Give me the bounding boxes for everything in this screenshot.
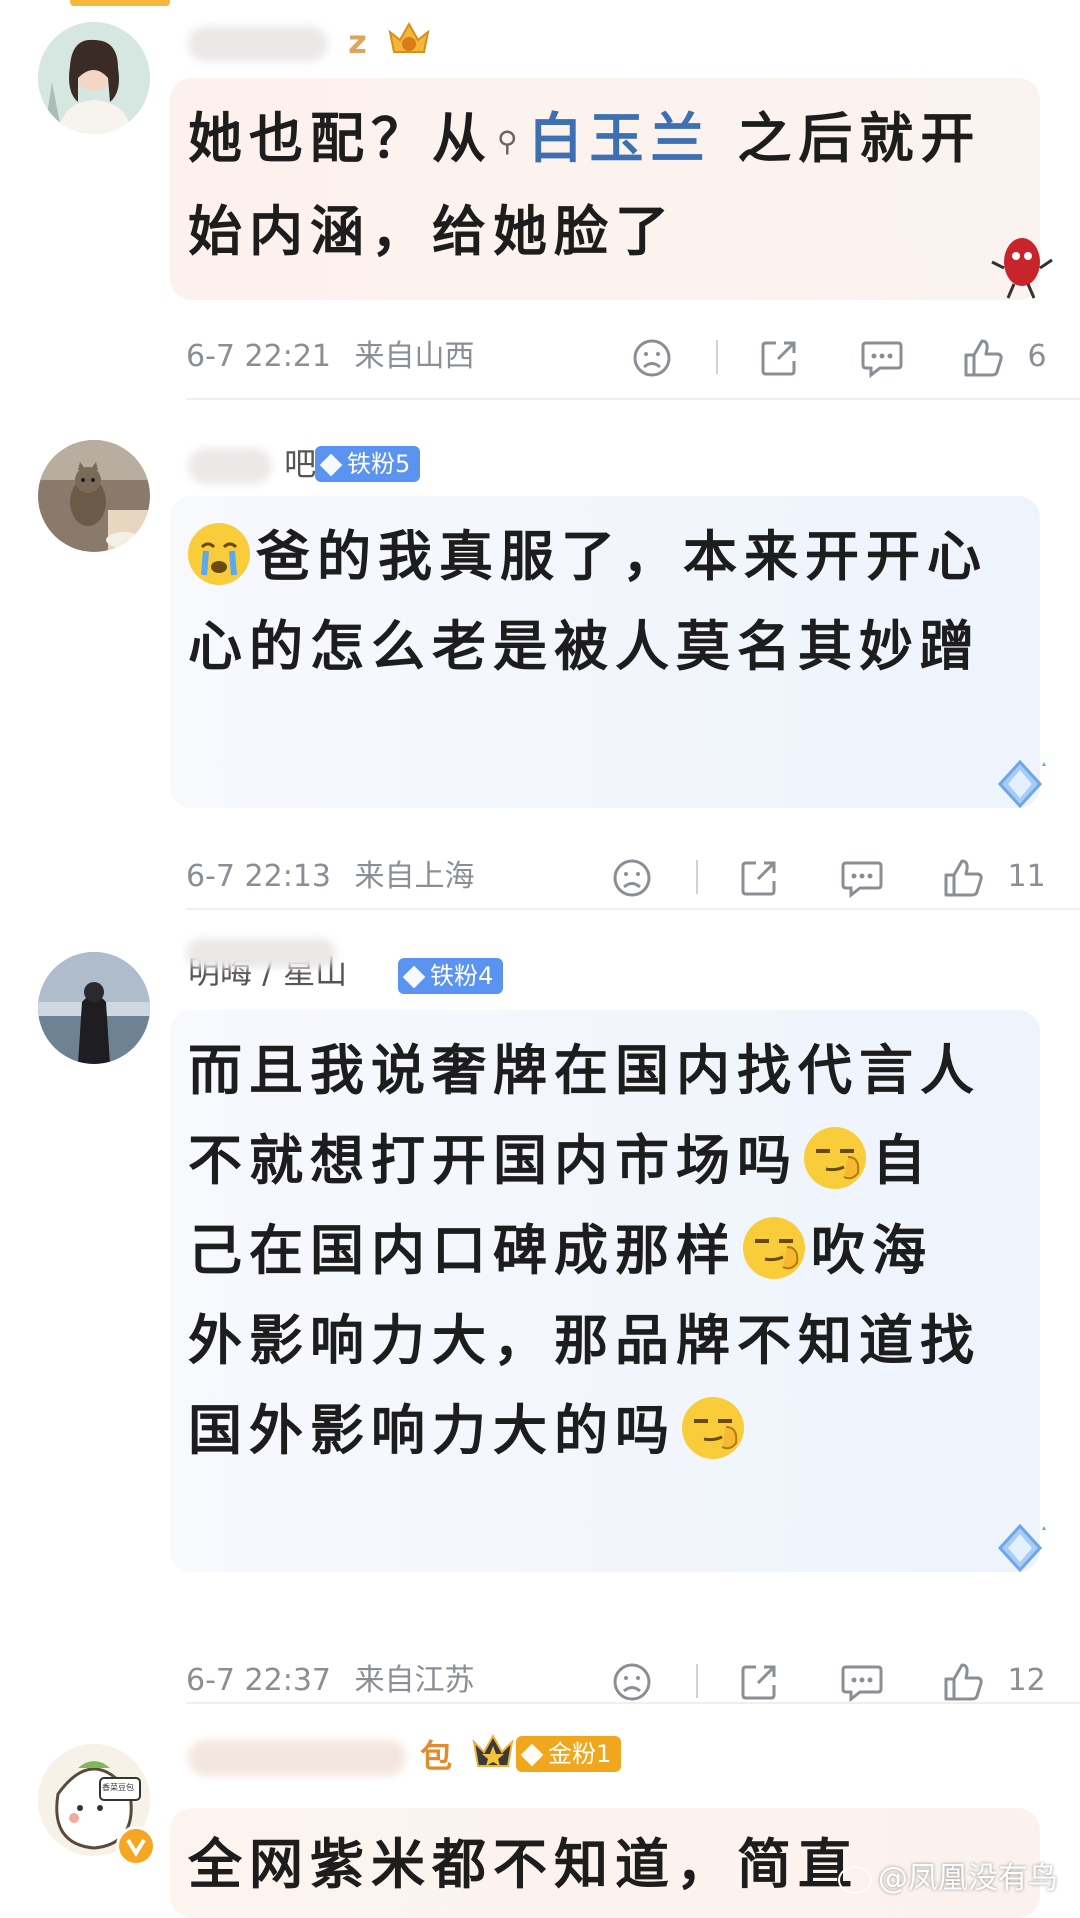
avatar[interactable]	[38, 22, 150, 134]
diamond-icon	[520, 1743, 544, 1767]
comment-text: 她也配？从 ⚲白玉兰 之后就开始内涵，给她脸了	[188, 107, 982, 263]
timestamp: 6-7 22:21	[186, 339, 331, 374]
top-edge-tag	[70, 0, 170, 6]
action-divider	[716, 340, 718, 374]
comment-text: 而且我说奢牌在国内找代言人不就想打开国内市场吗 自己在国内口碑成那样 吹海外影响…	[188, 1039, 981, 1462]
fan-badge: 铁粉4	[398, 958, 504, 994]
location: 来自江苏	[354, 1663, 475, 1698]
like-button[interactable]: 12	[942, 1656, 1046, 1706]
bean-mascot-icon	[988, 222, 1058, 302]
comment-icon	[861, 341, 903, 378]
reply-button[interactable]	[860, 332, 904, 382]
action-divider	[696, 1664, 698, 1698]
avatar[interactable]	[38, 952, 150, 1064]
like-button[interactable]: 11	[942, 852, 1046, 902]
crying-emoji-icon	[188, 523, 250, 585]
diamond-decoration-icon	[990, 756, 1050, 812]
username[interactable]: z	[188, 20, 367, 64]
like-count: 11	[1007, 859, 1046, 894]
username[interactable]: 吧	[188, 442, 316, 486]
fan-badge: 铁粉5	[315, 446, 421, 482]
dislike-icon	[633, 339, 671, 376]
comment-icon	[841, 861, 883, 898]
like-icon	[944, 1663, 983, 1700]
like-button[interactable]: 6	[962, 332, 1047, 382]
share-icon	[761, 341, 796, 375]
comment-icon	[841, 1665, 883, 1702]
comment-1: z 她也配？从 ⚲白玉兰 之后就开始内涵，给她脸了 6-7 22:21 来自山西 …	[0, 0, 1080, 400]
share-icon	[741, 1665, 776, 1699]
dislike-icon	[613, 1663, 651, 1700]
like-icon	[964, 339, 1003, 376]
avatar-sign-text: 香菜豆包	[102, 1783, 134, 1792]
reply-button[interactable]	[840, 852, 884, 902]
smirk-emoji-icon	[804, 1127, 866, 1189]
topic-link[interactable]: 白玉兰	[529, 107, 712, 170]
comment-meta: 6-7 22:21 来自山西	[186, 332, 475, 382]
watermark: @凤凰没有鸟	[838, 1853, 1058, 1897]
comment-meta: 6-7 22:13 来自上海	[186, 852, 475, 902]
like-count: 12	[1007, 1663, 1046, 1698]
location: 来自山西	[354, 339, 475, 374]
username[interactable]: 包	[188, 1734, 452, 1778]
dislike-button[interactable]	[632, 332, 672, 382]
location: 来自上海	[354, 859, 475, 894]
avatar[interactable]	[38, 440, 150, 552]
search-link-icon: ⚲	[497, 125, 525, 158]
reply-button[interactable]	[840, 1656, 884, 1706]
diamond-icon	[319, 453, 343, 477]
smirk-emoji-icon	[682, 1397, 744, 1459]
share-button[interactable]	[738, 1656, 780, 1706]
verified-badge-icon	[116, 1826, 156, 1866]
username-redaction	[186, 938, 336, 968]
smirk-emoji-icon	[743, 1217, 805, 1279]
like-count: 6	[1027, 339, 1047, 374]
share-button[interactable]	[738, 852, 780, 902]
action-divider	[696, 860, 698, 894]
weibo-logo-icon	[838, 1865, 872, 1894]
comment-2: 吧 铁粉5 爸的我真服了，本来开开心心的怎么老是被人莫名其妙蹭 6-7 22:1…	[0, 400, 1080, 910]
crown-icon	[386, 18, 432, 58]
timestamp: 6-7 22:37	[186, 1663, 331, 1698]
comment-3: 明晦 / 星山 铁粉4 而且我说奢牌在国内找代言人不就想打开国内市场吗 自己在国…	[0, 910, 1080, 1704]
share-button[interactable]	[758, 332, 800, 382]
dislike-icon	[613, 859, 651, 896]
comment-meta: 6-7 22:37 来自江苏	[186, 1656, 475, 1706]
dislike-button[interactable]	[612, 1656, 652, 1706]
dislike-button[interactable]	[612, 852, 652, 902]
comment-text: 爸的我真服了，本来开开心心的怎么老是被人莫名其妙蹭	[188, 523, 988, 678]
diamond-decoration-icon	[990, 1520, 1050, 1576]
crown-star-icon	[470, 1732, 516, 1772]
like-icon	[944, 859, 983, 896]
share-icon	[741, 861, 776, 895]
diamond-icon	[402, 965, 426, 989]
fan-badge: 金粉1	[516, 1736, 622, 1772]
timestamp: 6-7 22:13	[186, 859, 331, 894]
